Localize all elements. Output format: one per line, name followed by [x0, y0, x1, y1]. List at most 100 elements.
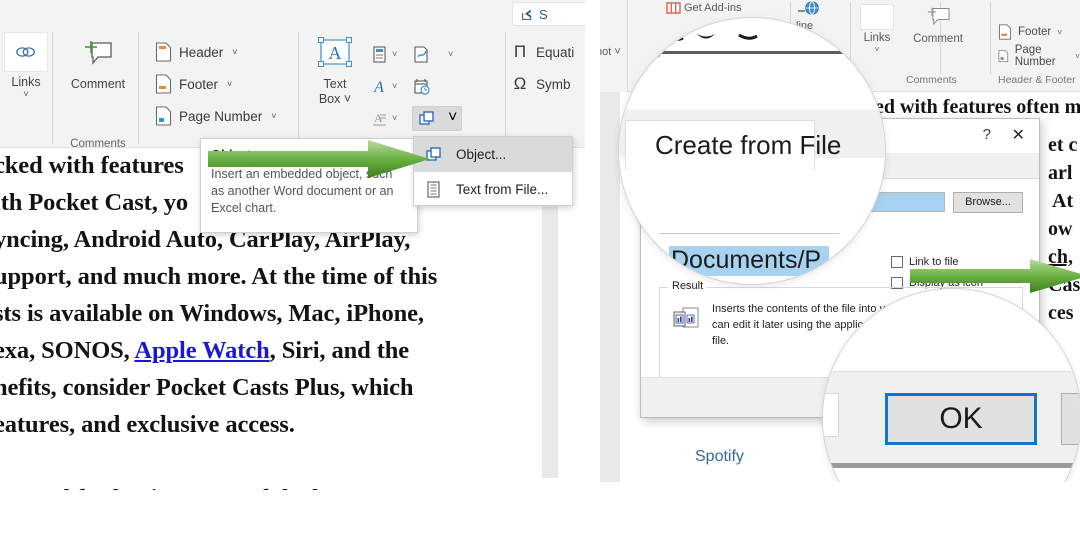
ribbon-separator	[298, 32, 299, 144]
doc-line: cked with features	[0, 152, 184, 179]
ribbon-separator	[990, 2, 991, 74]
magnifier-content: Create from File Documents/P	[619, 18, 885, 284]
globe-icon	[798, 1, 819, 15]
page-number-button-right[interactable]: Page Number ˅	[998, 44, 1080, 68]
comments-caption-right: Comments	[906, 74, 957, 86]
footer-icon	[998, 24, 1012, 40]
header-footer-group: Header ˅ Footer ˅ Page Number ˅	[155, 36, 277, 132]
text-row-2: A ˅	[370, 70, 464, 102]
word-titlebar-left	[0, 0, 585, 28]
page-number-icon	[998, 49, 1009, 63]
chevron-down-icon[interactable]: ˅	[448, 109, 457, 127]
drop-cap-button[interactable]: A ˅	[370, 109, 412, 128]
doc-line-prefix: exa, SONOS,	[0, 337, 135, 364]
magnifier-content: OK	[823, 289, 1080, 482]
equation-button[interactable]: Π Equati	[512, 36, 574, 68]
header-footer-group-right: Footer ˅ Page Number ˅	[998, 20, 1080, 68]
chevron-down-icon[interactable]: ˅	[227, 79, 232, 89]
doc-line: o noted for having some of the best	[0, 485, 354, 490]
text-row-1: ˅ ˅	[370, 38, 464, 70]
get-addins-icon	[666, 2, 681, 14]
chevron-down-icon[interactable]: ˅	[23, 90, 28, 99]
svg-text:A: A	[373, 79, 384, 96]
chevron-down-icon[interactable]: ˅	[448, 49, 453, 59]
doc-line: ed with features often mi	[875, 96, 1080, 118]
equation-icon: Π	[513, 42, 527, 61]
magnifier-tab-label: Create from File	[655, 130, 841, 161]
page-number-button[interactable]: Page Number ˅	[155, 100, 277, 132]
footer-button-right[interactable]: Footer ˅	[998, 20, 1080, 44]
date-time-icon	[414, 78, 430, 95]
footer-label: Footer	[179, 76, 219, 92]
share-button[interactable]: S	[512, 2, 585, 26]
doc-line: nefits, consider Pocket Casts Plus, whic…	[0, 374, 414, 401]
chevron-down-icon[interactable]: ˅	[232, 47, 237, 57]
comment-button-right[interactable]: Comment	[898, 6, 978, 45]
spotify-caption: Spotify	[695, 448, 744, 465]
equation-label: Equati	[536, 44, 575, 60]
help-icon[interactable]: ?	[983, 126, 991, 143]
date-time-button[interactable]	[412, 77, 454, 96]
doc-line: eatures, and exclusive access.	[0, 411, 295, 438]
object-button[interactable]: ˅	[412, 105, 463, 131]
screenshot-label: not	[600, 46, 612, 58]
document-gutter-right	[600, 92, 620, 482]
magnifier-path-text: Documents/P	[671, 246, 822, 274]
chevron-down-icon[interactable]: ˅	[1075, 51, 1080, 61]
comments-group: Comment	[62, 32, 134, 91]
signature-line-button[interactable]: ˅	[412, 45, 464, 64]
doc-line-with-link: exa, SONOS, Apple Watch, Siri, and the	[0, 337, 409, 365]
doc-line-suffix: , Siri, and the	[269, 337, 410, 364]
text-box-icon: A	[318, 37, 352, 67]
drop-cap-icon: A	[373, 111, 386, 125]
text-box-button[interactable]: A Text Box ˅	[310, 36, 360, 107]
quick-parts-icon	[373, 45, 386, 63]
wordart-button[interactable]: A ˅	[370, 77, 412, 96]
get-addins-label[interactable]: Get Add-ins	[684, 2, 741, 14]
ribbon-separator	[52, 32, 53, 144]
comment-label-right: Comment	[913, 33, 963, 45]
quick-parts-button[interactable]: ˅	[370, 45, 412, 64]
doc-line: ow	[1048, 218, 1073, 240]
new-comment-icon	[85, 41, 112, 65]
chevron-down-icon[interactable]: ˅	[1057, 27, 1062, 37]
new-comment-button[interactable]: Comment	[62, 32, 134, 91]
magnifier-ok-button: OK	[822, 288, 1080, 482]
chevron-down-icon[interactable]: ˅	[271, 111, 276, 121]
header-label: Header	[179, 44, 224, 60]
links-icon-box	[4, 32, 48, 72]
result-icon	[673, 307, 699, 328]
chevron-down-icon[interactable]: ˅	[392, 81, 397, 91]
ribbon-separator	[505, 32, 506, 144]
links-button[interactable]: Links ˅	[2, 32, 50, 99]
text-box-label-line1: Text	[323, 77, 347, 91]
doc-line: sts is available on Windows, Mac, iPhone…	[0, 300, 424, 327]
footer-button[interactable]: Footer ˅	[155, 68, 277, 100]
magnifier-tab-text: Create from File	[655, 130, 842, 160]
page-number-label: Page Number	[179, 108, 263, 124]
left-screenshot-panel: S Links ˅ Comment Comments Header ˅ Foot…	[0, 0, 585, 490]
chevron-down-icon[interactable]: ˅	[392, 113, 397, 123]
magnifier-ok-label: OK	[885, 393, 1037, 445]
menu-item-text-from-file-label: Text from File...	[456, 182, 549, 197]
doc-line: ith Pocket Cast, yo	[0, 189, 189, 216]
menu-item-object[interactable]: Object...	[414, 137, 572, 172]
chevron-down-icon[interactable]: ˅	[344, 92, 351, 106]
symbol-button[interactable]: Ω Symb	[512, 68, 574, 100]
header-footer-caption-right: Header & Footer	[998, 74, 1076, 86]
checkbox-icon[interactable]	[891, 255, 903, 268]
apple-watch-link[interactable]: Apple Watch	[134, 337, 269, 364]
close-icon[interactable]: ✕	[1012, 125, 1025, 145]
new-comment-icon	[927, 7, 950, 25]
header-icon	[155, 42, 172, 62]
header-button[interactable]: Header ˅	[155, 36, 277, 68]
menu-item-text-from-file[interactable]: Text from File...	[414, 172, 572, 207]
wordart-icon: A	[373, 79, 384, 96]
doc-line: et c	[1048, 134, 1078, 156]
comment-label: Comment	[70, 77, 126, 91]
browse-button[interactable]: Browse...	[953, 191, 1023, 213]
chevron-down-icon[interactable]: ˅	[392, 49, 397, 59]
page-number-icon	[155, 106, 172, 126]
link-icon	[16, 47, 35, 57]
screenshot-button-label[interactable]: not ˅	[600, 46, 621, 58]
